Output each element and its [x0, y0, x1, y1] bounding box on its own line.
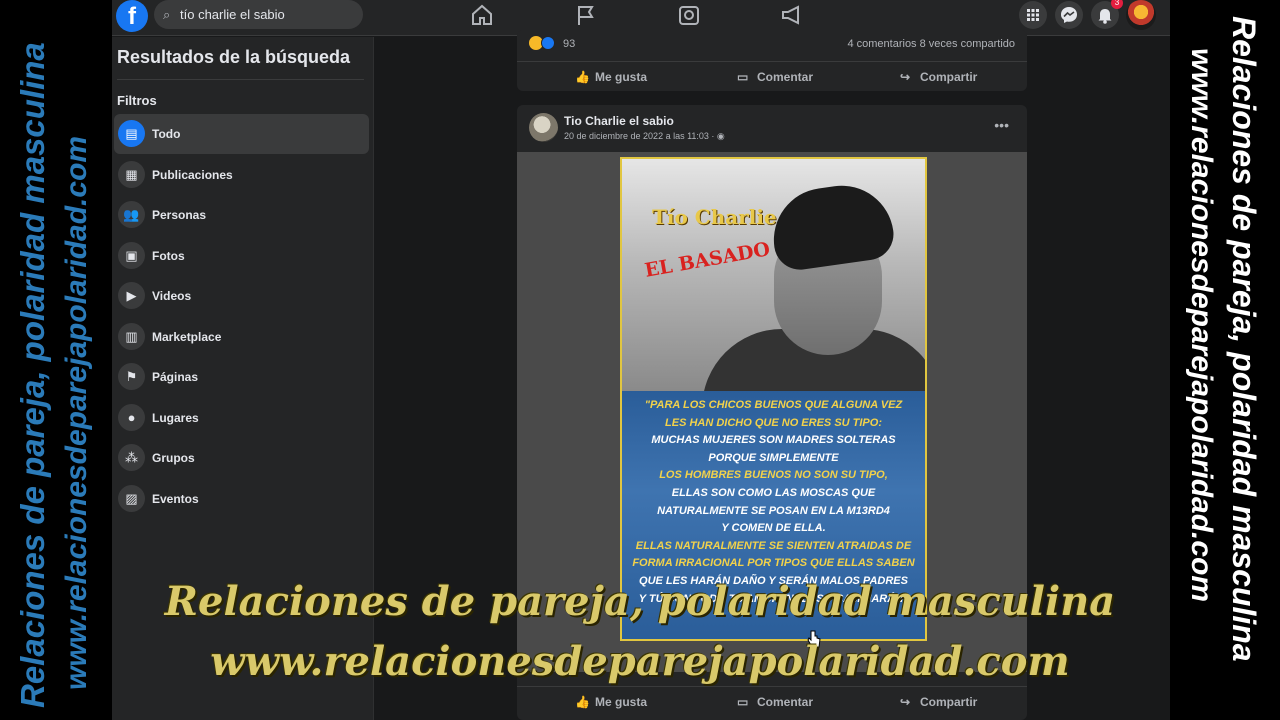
- sidebar-item-marketplace[interactable]: ▥ Marketplace: [114, 317, 369, 357]
- caption-line2: www.relacionesdeparejapolaridad.com: [210, 638, 1070, 685]
- sidebar-item-grupos[interactable]: ⁂ Grupos: [114, 438, 369, 478]
- marketplace-icon[interactable]: [677, 4, 701, 26]
- marketplace-shop-icon: ▥: [118, 323, 145, 350]
- comment-button[interactable]: ▭ Comentar: [737, 70, 813, 84]
- post-actions: 👍 Me gusta ▭ Comentar ↪ Compartir: [517, 61, 1027, 91]
- post-author[interactable]: Tio Charlie el sabio: [564, 114, 674, 128]
- sidebar-item-fotos[interactable]: ▣ Fotos: [114, 236, 369, 276]
- sidebar-item-label: Eventos: [152, 492, 199, 506]
- sidebar-item-paginas[interactable]: ⚑ Páginas: [114, 357, 369, 397]
- sidebar-divider: [117, 79, 364, 80]
- notifications-bell-icon[interactable]: 3: [1091, 0, 1123, 29]
- sidebar-item-videos[interactable]: ▶ Videos: [114, 276, 369, 316]
- videos-icon: ▶: [118, 282, 145, 309]
- people-icon: 👥: [118, 201, 145, 228]
- share-arrow-icon: ↪: [900, 695, 911, 709]
- sidebar-title: Resultados de la búsqueda: [117, 47, 351, 67]
- megaphone-icon[interactable]: [780, 4, 804, 26]
- search-icon: ⌕: [163, 7, 171, 22]
- share-button[interactable]: ↪ Compartir: [900, 70, 977, 84]
- sidebar-item-todo[interactable]: ▤ Todo: [114, 114, 369, 154]
- flag-icon[interactable]: [574, 4, 598, 26]
- sidebar-item-label: Páginas: [152, 370, 199, 384]
- comment-bubble-icon: ▭: [737, 70, 749, 84]
- like-reaction-icon: [541, 36, 555, 50]
- sidebar-item-label: Marketplace: [152, 330, 222, 344]
- share-button[interactable]: ↪ Compartir: [900, 695, 977, 709]
- sidebar-item-lugares[interactable]: ● Lugares: [114, 398, 369, 438]
- quote-line: PORQUE SIMPLEMENTE: [708, 451, 839, 464]
- quote-line: LES HAN DICHO QUE NO ERES SU TIPO:: [665, 416, 882, 429]
- comment-bubble-icon: ▭: [737, 695, 749, 709]
- quote-line: NATURALMENTE SE POSAN EN LA M13RD4: [657, 504, 890, 517]
- comment-label: Comentar: [757, 70, 814, 84]
- like-label: Me gusta: [595, 70, 648, 84]
- search-value: tío charlie el sabio: [180, 7, 285, 22]
- home-icon[interactable]: [470, 4, 494, 26]
- right-watermark-line2: www.relacionesdeparejapolaridad.com: [1185, 48, 1218, 603]
- like-button[interactable]: 👍 Me gusta: [575, 70, 647, 84]
- like-button[interactable]: 👍 Me gusta: [575, 695, 647, 709]
- pages-flag-icon: ⚑: [118, 363, 145, 390]
- portrait-photo: Tío Charlie EL BASADO: [622, 159, 925, 391]
- thumbs-up-icon: 👍: [575, 70, 590, 84]
- sidebar-item-label: Videos: [152, 289, 192, 303]
- reaction-count[interactable]: 93: [563, 38, 575, 50]
- quote-line: "PARA LOS CHICOS BUENOS QUE ALGUNA VEZ: [644, 399, 903, 411]
- sidebar-item-label: Personas: [152, 208, 207, 222]
- events-calendar-icon: ▨: [118, 485, 145, 512]
- post-timestamp[interactable]: 20 de diciembre de 2022 a las 11:03 · ◉: [564, 131, 725, 142]
- poster-title: Tío Charlie: [652, 205, 777, 229]
- caption-line1: Relaciones de pareja, polaridad masculin…: [164, 578, 1116, 625]
- sidebar-item-label: Lugares: [152, 411, 199, 425]
- quote-line: ELLAS SON COMO LAS MOSCAS QUE: [671, 486, 876, 499]
- notification-badge: 3: [1111, 0, 1123, 9]
- facebook-logo-icon[interactable]: f: [116, 0, 148, 32]
- groups-icon: ⁂: [118, 444, 145, 471]
- messenger-icon[interactable]: [1055, 1, 1083, 29]
- thumbs-up-icon: 👍: [575, 695, 590, 709]
- share-arrow-icon: ↪: [900, 70, 911, 84]
- quote-line: Y COMEN DE ELLA.: [721, 522, 826, 535]
- sidebar-item-personas[interactable]: 👥 Personas: [114, 195, 369, 235]
- search-input[interactable]: ⌕ tío charlie el sabio: [154, 0, 363, 29]
- more-options-icon[interactable]: •••: [994, 117, 1009, 133]
- comments-shares-stats[interactable]: 4 comentarios 8 veces compartido: [847, 38, 1015, 50]
- filters-heading: Filtros: [117, 93, 157, 108]
- reaction-icons: [529, 36, 559, 52]
- menu-grid-icon[interactable]: [1019, 1, 1047, 29]
- video-frame: Relaciones de pareja, polaridad masculin…: [0, 0, 1280, 720]
- sidebar-item-publicaciones[interactable]: ▦ Publicaciones: [114, 155, 369, 195]
- profile-avatar[interactable]: [1126, 0, 1156, 30]
- right-watermark-line1: Relaciones de pareja, polaridad masculin…: [1226, 16, 1262, 662]
- quote-line: MUCHAS MUJERES SON MADRES SOLTERAS: [651, 434, 896, 447]
- post-card: Tio Charlie el sabio 20 de diciembre de …: [517, 105, 1027, 720]
- sidebar-item-eventos[interactable]: ▨ Eventos: [114, 479, 369, 519]
- photos-icon: ▣: [118, 242, 145, 269]
- poster-subtitle: EL BASADO: [643, 238, 772, 282]
- all-results-icon: ▤: [118, 120, 145, 147]
- share-label: Compartir: [920, 70, 978, 84]
- sidebar-item-label: Grupos: [152, 451, 195, 465]
- quote-line: LOS HOMBRES BUENOS NO SON SU TIPO,: [659, 469, 888, 482]
- meme-poster: Tío Charlie EL BASADO "PARA LOS CHICOS B…: [620, 157, 927, 641]
- posts-icon: ▦: [118, 161, 145, 188]
- comment-button[interactable]: ▭ Comentar: [737, 695, 813, 709]
- quote-line: ELLAS NATURALMENTE SE SIENTEN ATRAIDAS D…: [635, 539, 912, 552]
- sidebar-item-label: Fotos: [152, 249, 185, 263]
- comment-label: Comentar: [757, 695, 814, 709]
- quote-line: FORMA IRRACIONAL POR TIPOS QUE ELLAS SAB…: [632, 557, 915, 570]
- share-label: Compartir: [920, 695, 978, 709]
- sidebar-item-label: Publicaciones: [152, 168, 233, 182]
- author-avatar[interactable]: [529, 113, 558, 142]
- location-pin-icon: ●: [118, 404, 145, 431]
- like-label: Me gusta: [595, 695, 648, 709]
- post-card-previous: 93 4 comentarios 8 veces compartido 👍 Me …: [517, 30, 1027, 91]
- sidebar-item-label: Todo: [152, 127, 181, 141]
- post-actions: 👍 Me gusta ▭ Comentar ↪ Compartir: [517, 686, 1027, 720]
